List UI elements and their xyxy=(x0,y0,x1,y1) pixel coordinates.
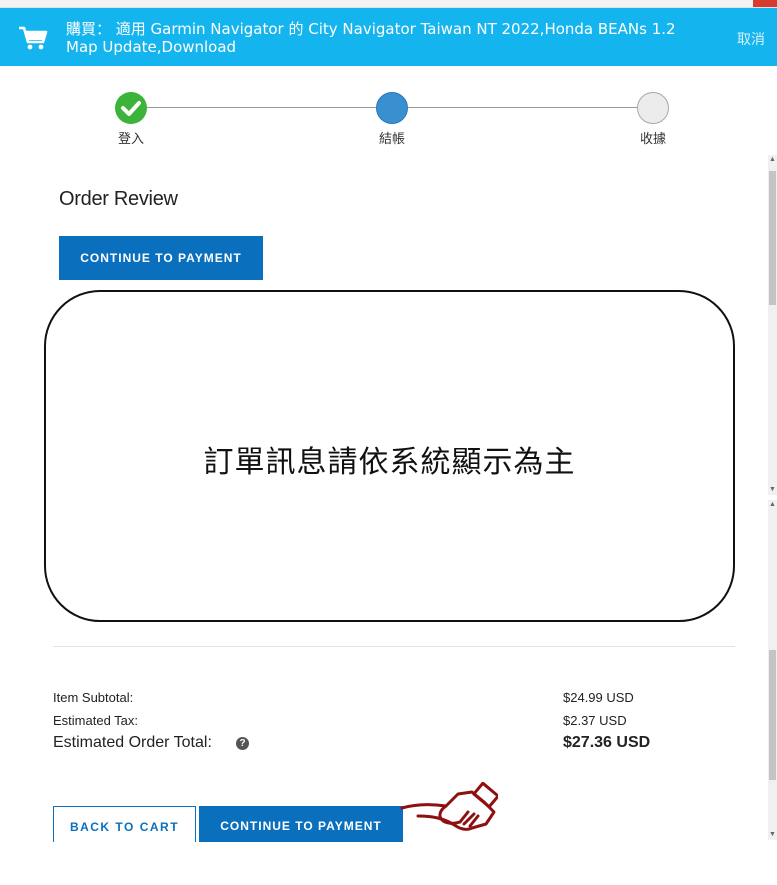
subtotal-value: $24.99 USD xyxy=(563,690,634,705)
scrollbar-upper[interactable]: ▲ ▼ xyxy=(768,155,777,495)
tax-label: Estimated Tax: xyxy=(53,713,139,728)
stepper-connector xyxy=(147,107,376,108)
hand-pointer-icon xyxy=(400,782,498,831)
checkmark-icon xyxy=(121,101,141,116)
checkout-stepper: 登入 結帳 收據 xyxy=(0,90,777,150)
step-receipt-upcoming xyxy=(637,92,669,124)
cart-icon xyxy=(19,26,48,50)
scrollbar-lower[interactable]: ▲ ▼ xyxy=(768,500,777,840)
step-label-signin: 登入 xyxy=(117,132,144,147)
order-total-value: $27.36 USD xyxy=(563,734,651,751)
purchase-title: 購買： 適用 Garmin Navigator 的 City Navigator… xyxy=(66,20,676,56)
notice-text: 訂單訊息請依系統顯示為主 xyxy=(203,445,576,480)
notice-overlay: 訂單訊息請依系統顯示為主 xyxy=(44,290,735,622)
tax-value: $2.37 USD xyxy=(563,713,627,728)
step-checkout-current xyxy=(376,92,408,124)
help-icon[interactable]: ? xyxy=(236,737,249,750)
scroll-up-icon[interactable]: ▲ xyxy=(768,155,777,165)
purchase-header: 購買： 適用 Garmin Navigator 的 City Navigator… xyxy=(0,8,777,66)
cancel-link[interactable]: 取消 xyxy=(737,29,765,49)
scroll-down-icon[interactable]: ▼ xyxy=(768,830,777,840)
page-title: Order Review xyxy=(59,188,178,210)
summary-divider xyxy=(53,646,735,647)
step-signin-done xyxy=(115,92,147,124)
step-label-receipt: 收據 xyxy=(639,132,666,147)
window-title-strip xyxy=(0,0,777,8)
continue-to-payment-bottom-button[interactable]: CONTINUE TO PAYMENT xyxy=(199,806,403,842)
stepper-connector xyxy=(408,107,637,108)
window-close-icon[interactable] xyxy=(753,0,777,7)
scroll-down-icon[interactable]: ▼ xyxy=(768,485,777,495)
order-total-label: Estimated Order Total: xyxy=(53,734,212,751)
step-label-checkout: 結帳 xyxy=(378,132,405,147)
back-to-cart-button[interactable]: BACK TO CART xyxy=(53,806,196,842)
subtotal-label: Item Subtotal: xyxy=(53,690,134,705)
scrollbar-thumb[interactable] xyxy=(769,650,776,780)
scrollbar-thumb[interactable] xyxy=(769,171,776,305)
continue-to-payment-button[interactable]: CONTINUE TO PAYMENT xyxy=(59,236,263,280)
scroll-up-icon[interactable]: ▲ xyxy=(768,500,777,510)
